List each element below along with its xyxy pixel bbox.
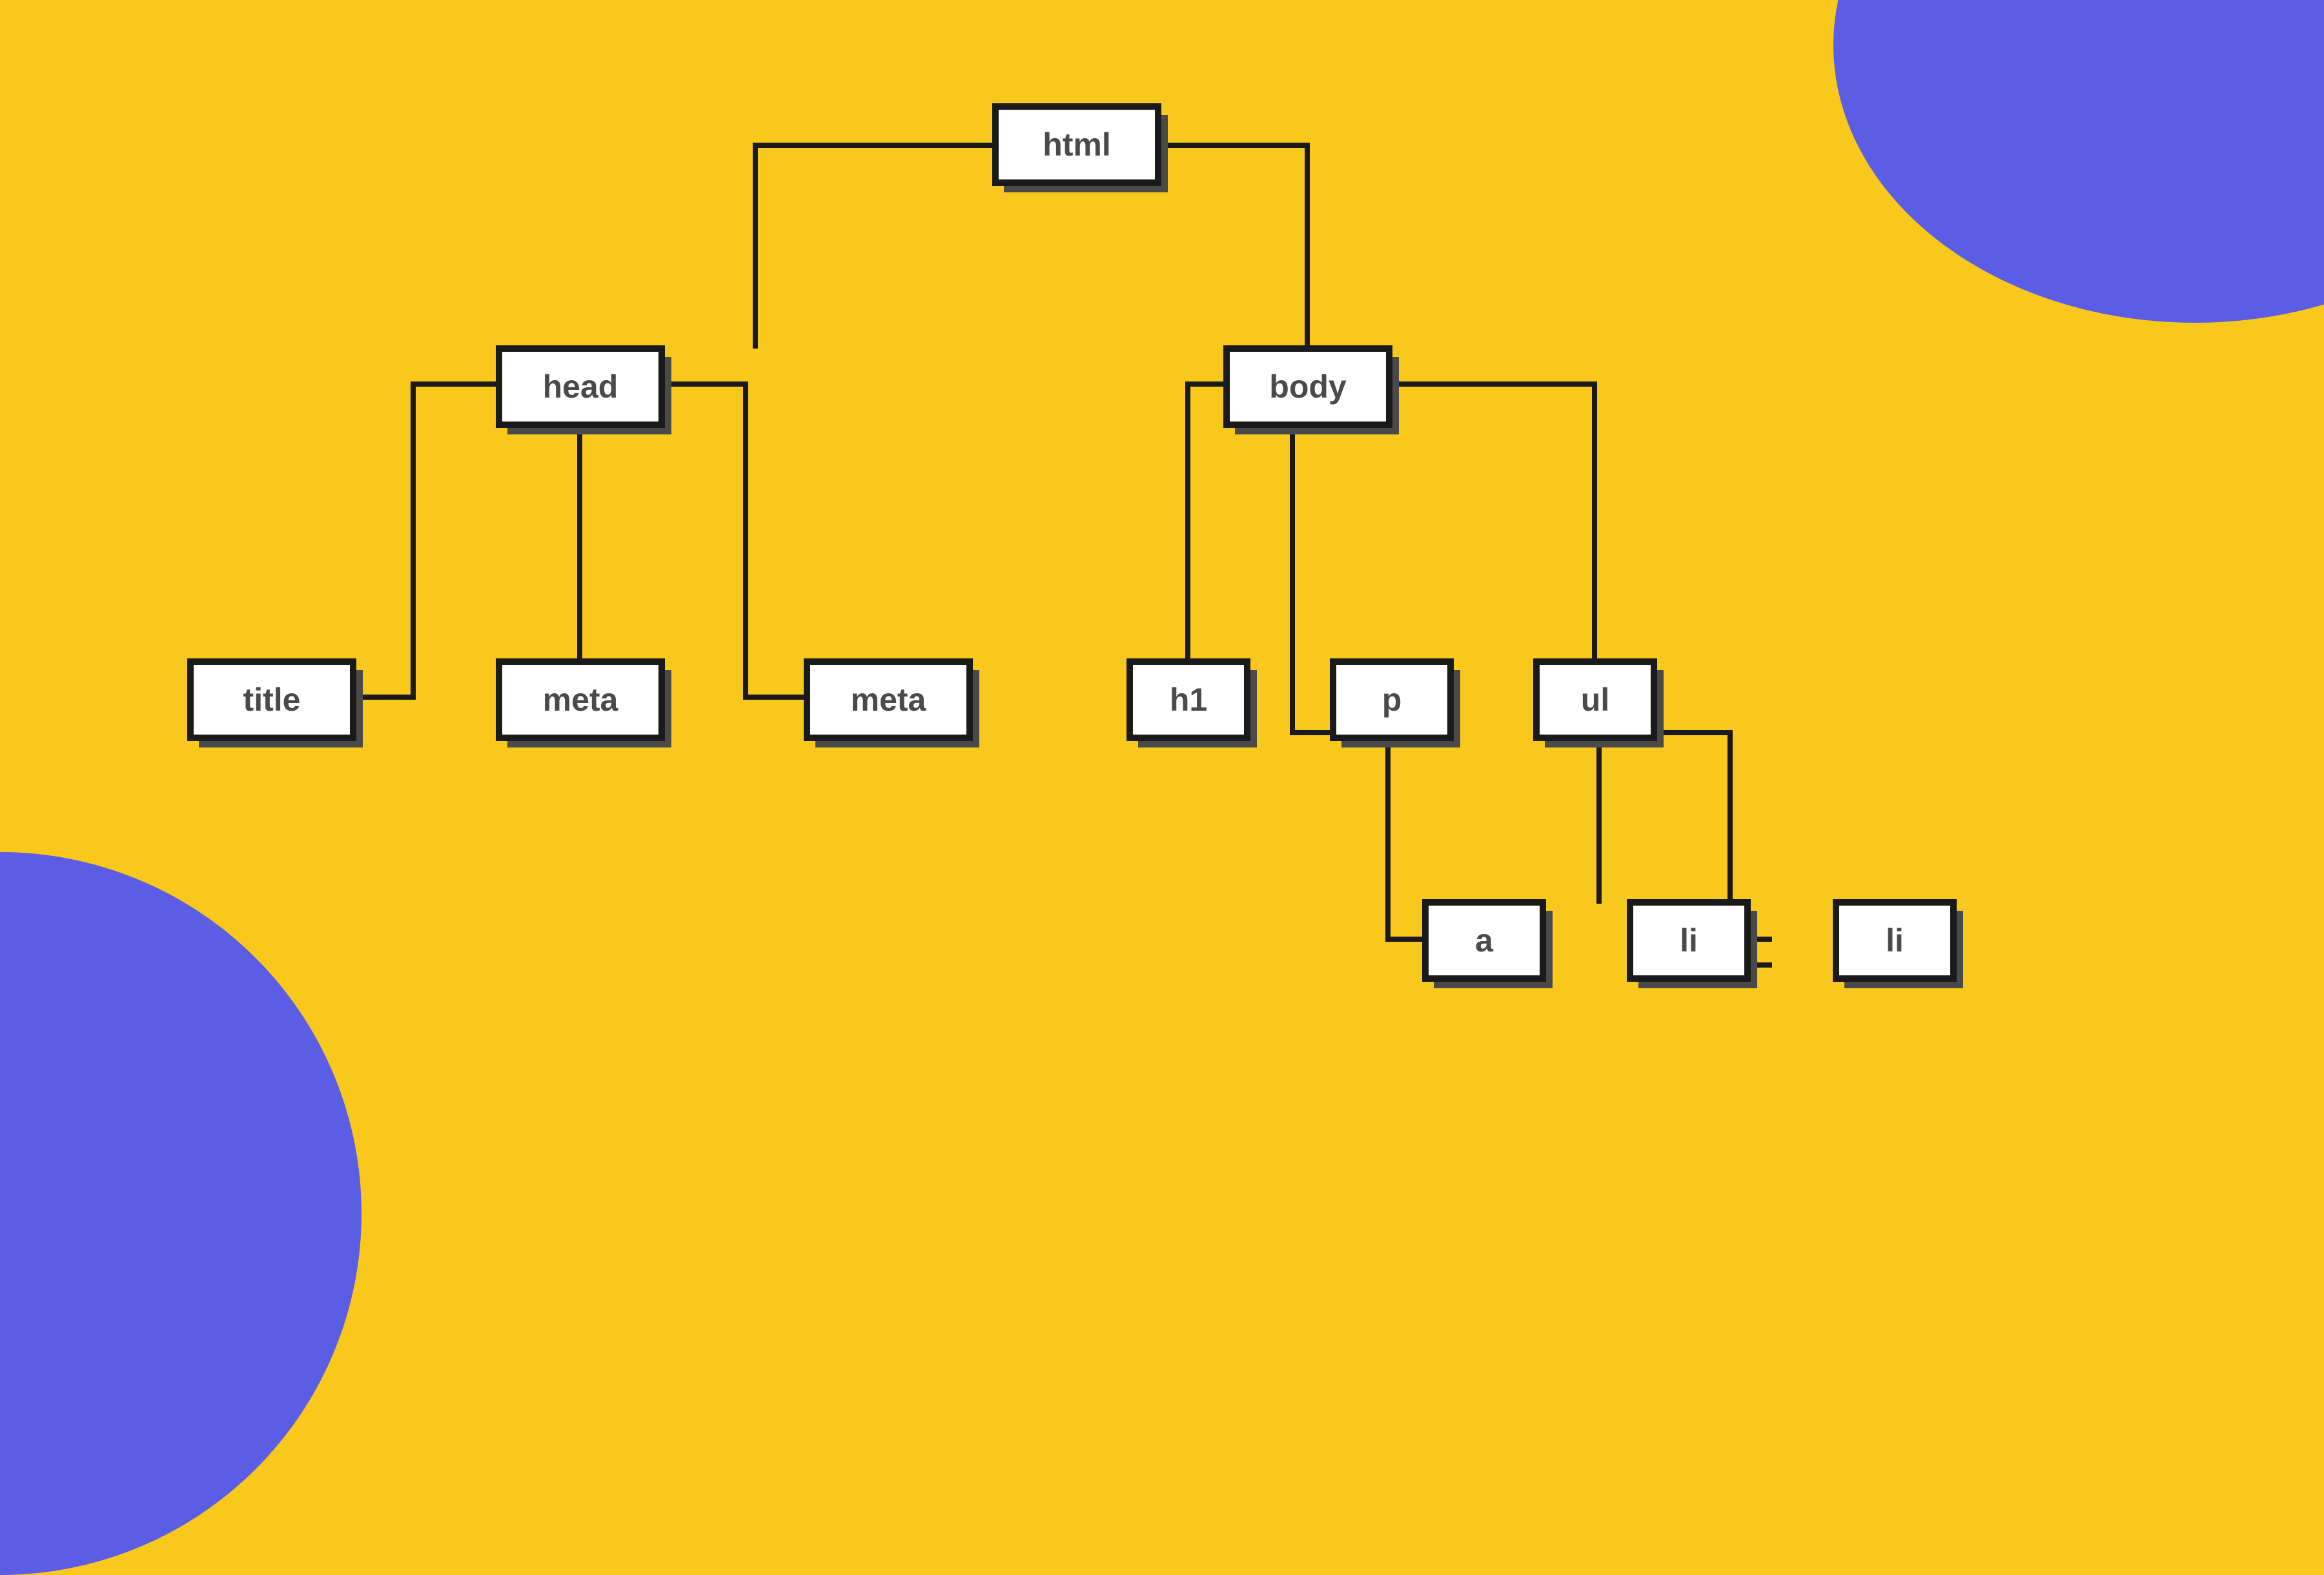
node-label-ul: ul (1581, 681, 1609, 718)
node-label-body: body (1269, 368, 1346, 405)
node-label-title: title (243, 681, 301, 718)
node-a: a (1422, 899, 1546, 982)
node-label-p: p (1382, 681, 1402, 718)
node-label-head: head (543, 368, 618, 405)
node-ul: ul (1533, 658, 1657, 741)
node-label-meta-2: meta (851, 681, 926, 718)
node-meta-1: meta (496, 658, 665, 741)
node-label-h1: h1 (1170, 681, 1207, 718)
node-label-li-2: li (1886, 922, 1904, 959)
node-label-html: html (1043, 126, 1111, 163)
node-label-meta-1: meta (543, 681, 618, 718)
node-label-li-1: li (1680, 922, 1698, 959)
node-li-2: li (1833, 899, 1957, 982)
node-p: p (1330, 658, 1454, 741)
node-body: body (1223, 345, 1392, 428)
node-label-a: a (1475, 922, 1493, 959)
node-li-1: li (1627, 899, 1751, 982)
node-h1: h1 (1126, 658, 1250, 741)
node-head: head (496, 345, 665, 428)
node-title: title (187, 658, 356, 741)
node-html: html (992, 103, 1161, 186)
node-meta-2: meta (804, 658, 973, 741)
